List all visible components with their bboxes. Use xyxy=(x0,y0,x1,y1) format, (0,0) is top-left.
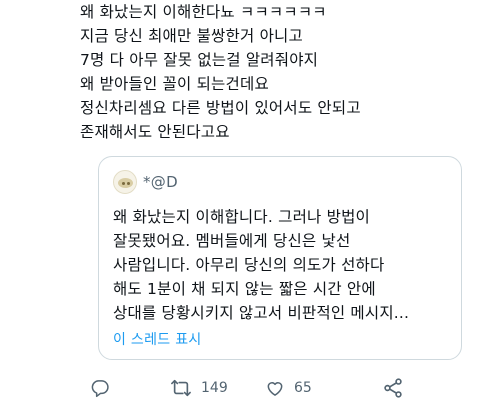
retweet-button[interactable]: 149 xyxy=(170,374,228,402)
share-button[interactable] xyxy=(382,374,404,402)
reply-icon xyxy=(90,378,110,398)
tweet-line: 존재해서도 안된다고요 xyxy=(80,123,230,141)
quoted-tweet-line: 왜 화났는지 이해합니다. 그러나 방법이 xyxy=(113,208,370,226)
tweet-line: 정신차리셈요 다른 방법이 있어서도 안되고 xyxy=(80,99,361,117)
quoted-tweet-card[interactable]: *@D 왜 화났는지 이해합니다. 그러나 방법이 잘못됐어요. 멤버들에게 당… xyxy=(98,156,462,360)
tweet-line: 왜 받아들인 꼴이 되는건데요 xyxy=(80,75,269,93)
avatar[interactable] xyxy=(113,170,137,194)
tweet-line: 왜 화났는지 이해한다뇨 ㅋㅋㅋㅋㅋㅋ xyxy=(80,3,327,21)
quoted-tweet-line: 사람입니다. 아무리 당신의 의도가 선하다 xyxy=(113,256,385,274)
like-count: 65 xyxy=(294,380,312,396)
quoted-tweet-line: 상대를 당황시키지 않고서 비판적인 메시지... xyxy=(113,304,410,322)
retweet-count: 149 xyxy=(201,380,228,396)
tweet-line: 7명 다 아무 잘못 없는걸 알려줘야지 xyxy=(80,51,319,69)
quoted-tweet-header: *@D xyxy=(113,169,178,195)
share-icon xyxy=(382,377,404,399)
reply-button[interactable] xyxy=(90,374,110,402)
heart-icon xyxy=(265,378,285,398)
quoted-tweet-line: 잘못됐어요. 멤버들에게 당신은 낯선 xyxy=(113,232,351,250)
quoted-tweet-line: 해도 1분이 채 되지 않는 짧은 시간 안에 xyxy=(113,280,376,298)
like-button[interactable]: 65 xyxy=(265,374,312,402)
tweet-line: 지금 당신 최애만 불쌍한거 아니고 xyxy=(80,27,303,45)
quoted-tweet-body: 왜 화났는지 이해합니다. 그러나 방법이 잘못됐어요. 멤버들에게 당신은 낯… xyxy=(113,205,453,325)
tweet-body: 왜 화났는지 이해한다뇨 ㅋㅋㅋㅋㅋㅋ 지금 당신 최애만 불쌍한거 아니고 7… xyxy=(80,0,472,144)
retweet-icon xyxy=(170,378,192,398)
quoted-tweet-handle[interactable]: *@D xyxy=(143,173,178,191)
tweet-action-bar: 149 65 xyxy=(90,374,420,402)
show-thread-link[interactable]: 이 스레드 표시 xyxy=(113,329,202,349)
